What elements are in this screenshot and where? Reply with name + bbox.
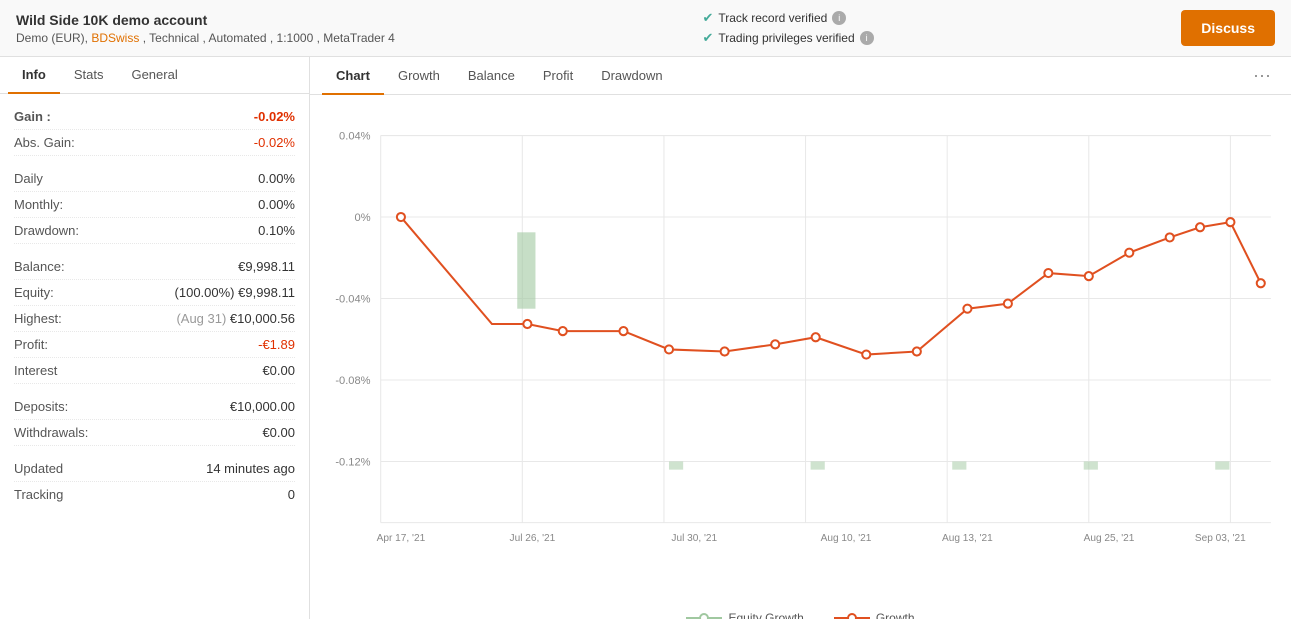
info-row-equity: Equity: (100.00%) €9,998.11 <box>14 280 295 306</box>
info-row-monthly: Monthly: 0.00% <box>14 192 295 218</box>
verification-info: ✔ Track record verified i ✔ Trading priv… <box>702 10 873 46</box>
gain-value: -0.02% <box>254 109 295 124</box>
header-left: Wild Side 10K demo account Demo (EUR), B… <box>16 12 395 45</box>
chart-legend: Equity Growth Growth <box>310 603 1291 619</box>
bdswiss-link[interactable]: BDSwiss <box>91 31 139 45</box>
svg-text:-0.08%: -0.08% <box>335 375 370 387</box>
highest-value: (Aug 31) €10,000.56 <box>176 311 295 326</box>
growth-line-icon <box>834 611 870 619</box>
equity-growth-label: Equity Growth <box>728 611 803 619</box>
chart-tab-chart[interactable]: Chart <box>322 58 384 95</box>
svg-text:Sep 03, '21: Sep 03, '21 <box>1195 533 1246 543</box>
main-layout: Info Stats General Gain : -0.02% Abs. Ga… <box>0 57 1291 619</box>
account-title: Wild Side 10K demo account <box>16 12 395 28</box>
svg-text:Aug 25, '21: Aug 25, '21 <box>1084 533 1135 543</box>
updated-label: Updated <box>14 461 63 476</box>
svg-text:-0.12%: -0.12% <box>335 457 370 469</box>
info-row-interest: Interest €0.00 <box>14 358 295 384</box>
trading-privileges-info-icon[interactable]: i <box>860 31 874 45</box>
legend-equity-growth: Equity Growth <box>686 611 803 619</box>
left-panel: Info Stats General Gain : -0.02% Abs. Ga… <box>0 57 310 619</box>
abs-gain-label: Abs. Gain: <box>14 135 75 150</box>
equity-value: (100.00%) €9,998.11 <box>175 285 295 300</box>
svg-text:Jul 30, '21: Jul 30, '21 <box>671 533 717 543</box>
chart-tab-drawdown[interactable]: Drawdown <box>587 58 676 95</box>
monthly-label: Monthly: <box>14 197 63 212</box>
interest-label: Interest <box>14 363 57 378</box>
profit-label: Profit: <box>14 337 48 352</box>
tab-stats[interactable]: Stats <box>60 57 118 94</box>
info-row-abs-gain: Abs. Gain: -0.02% <box>14 130 295 156</box>
svg-text:Apr 17, '21: Apr 17, '21 <box>377 533 426 543</box>
svg-text:0.04%: 0.04% <box>339 131 371 143</box>
equity-growth-line-icon <box>686 611 722 619</box>
updated-value: 14 minutes ago <box>206 461 295 476</box>
chart-tab-bar: Chart Growth Balance Profit Drawdown ··· <box>310 57 1291 95</box>
drawdown-value: 0.10% <box>258 223 295 238</box>
legend-growth: Growth <box>834 611 915 619</box>
track-record-item: ✔ Track record verified i <box>702 10 873 26</box>
chart-tab-profit[interactable]: Profit <box>529 58 587 95</box>
info-row-gain: Gain : -0.02% <box>14 104 295 130</box>
svg-text:0%: 0% <box>355 212 371 224</box>
tracking-label: Tracking <box>14 487 63 502</box>
info-row-tracking: Tracking 0 <box>14 482 295 507</box>
balance-value: €9,998.11 <box>238 259 295 274</box>
deposits-label: Deposits: <box>14 399 68 414</box>
info-content: Gain : -0.02% Abs. Gain: -0.02% Daily 0.… <box>0 94 309 517</box>
track-record-label: Track record verified <box>718 11 827 25</box>
info-row-profit: Profit: -€1.89 <box>14 332 295 358</box>
highest-date: (Aug 31) <box>176 311 229 326</box>
abs-gain-value: -0.02% <box>254 135 295 150</box>
check-icon: ✔ <box>702 10 713 26</box>
chart-tab-growth[interactable]: Growth <box>384 58 454 95</box>
trading-privileges-item: ✔ Trading privileges verified i <box>702 30 873 46</box>
svg-text:Aug 10, '21: Aug 10, '21 <box>821 533 872 543</box>
discuss-button[interactable]: Discuss <box>1181 10 1275 46</box>
tab-info[interactable]: Info <box>8 57 60 94</box>
gain-label: Gain : <box>14 109 51 124</box>
chart-svg: 0.04% 0% -0.04% -0.08% -0.12% Apr 17, '2… <box>320 105 1281 543</box>
info-row-highest: Highest: (Aug 31) €10,000.56 <box>14 306 295 332</box>
daily-value: 0.00% <box>258 171 295 186</box>
info-row-updated: Updated 14 minutes ago <box>14 456 295 482</box>
withdrawals-value: €0.00 <box>262 425 295 440</box>
svg-text:-0.04%: -0.04% <box>335 294 370 306</box>
info-row-daily: Daily 0.00% <box>14 166 295 192</box>
chart-more-options[interactable]: ··· <box>1245 57 1279 94</box>
info-row-drawdown: Drawdown: 0.10% <box>14 218 295 244</box>
svg-text:Jul 26, '21: Jul 26, '21 <box>510 533 556 543</box>
chart-tab-balance[interactable]: Balance <box>454 58 529 95</box>
tracking-value: 0 <box>288 487 295 502</box>
svg-text:Aug 13, '21: Aug 13, '21 <box>942 533 993 543</box>
info-row-withdrawals: Withdrawals: €0.00 <box>14 420 295 446</box>
drawdown-label: Drawdown: <box>14 223 79 238</box>
trading-privileges-label: Trading privileges verified <box>718 31 854 45</box>
deposits-value: €10,000.00 <box>230 399 295 414</box>
profit-value: -€1.89 <box>258 337 295 352</box>
info-row-deposits: Deposits: €10,000.00 <box>14 394 295 420</box>
balance-label: Balance: <box>14 259 65 274</box>
highest-label: Highest: <box>14 311 62 326</box>
track-record-info-icon[interactable]: i <box>832 11 846 25</box>
header: Wild Side 10K demo account Demo (EUR), B… <box>0 0 1291 57</box>
interest-value: €0.00 <box>262 363 295 378</box>
info-row-balance: Balance: €9,998.11 <box>14 254 295 280</box>
left-tab-bar: Info Stats General <box>0 57 309 94</box>
daily-label: Daily <box>14 171 43 186</box>
account-subtitle: Demo (EUR), BDSwiss , Technical , Automa… <box>16 31 395 45</box>
withdrawals-label: Withdrawals: <box>14 425 88 440</box>
monthly-value: 0.00% <box>258 197 295 212</box>
check-icon-2: ✔ <box>702 30 713 46</box>
tab-general[interactable]: General <box>117 57 191 94</box>
equity-label: Equity: <box>14 285 54 300</box>
growth-label: Growth <box>876 611 915 619</box>
chart-area: 0.04% 0% -0.04% -0.08% -0.12% Apr 17, '2… <box>310 95 1291 603</box>
right-panel: Chart Growth Balance Profit Drawdown ··· <box>310 57 1291 619</box>
